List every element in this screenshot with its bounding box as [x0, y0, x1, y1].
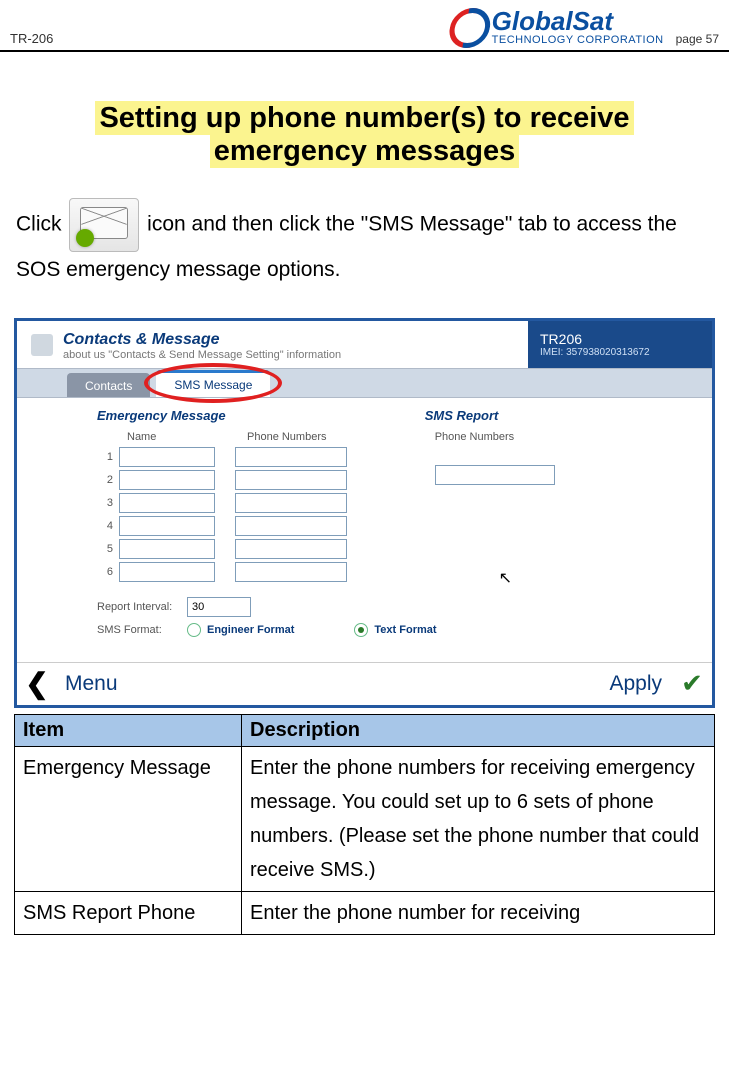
page-title: Setting up phone number(s) to receive em… [30, 102, 699, 168]
name-input-3[interactable] [119, 493, 215, 513]
tab-contacts[interactable]: Contacts [67, 373, 150, 397]
header-right: GlobalSat TECHNOLOGY CORPORATION page 57 [450, 8, 719, 46]
name-input-2[interactable] [119, 470, 215, 490]
device-imei: IMEI: 357938020313672 [540, 347, 700, 358]
embedded-screenshot: Contacts & Message about us "Contacts & … [14, 318, 715, 708]
row1-desc: Enter the phone numbers for receiving em… [242, 746, 715, 891]
col-phone: Phone Numbers [247, 431, 327, 443]
phone-input-3[interactable] [235, 493, 347, 513]
name-input-4[interactable] [119, 516, 215, 536]
row2-desc: Enter the phone number for receiving [242, 891, 715, 934]
phone-input-4[interactable] [235, 516, 347, 536]
menu-button[interactable]: Menu [57, 672, 609, 696]
phone-input-6[interactable] [235, 562, 347, 582]
panel-subtitle: about us "Contacts & Send Message Settin… [63, 349, 341, 361]
panel-title-area: Contacts & Message about us "Contacts & … [17, 321, 528, 368]
logo: GlobalSat TECHNOLOGY CORPORATION [450, 8, 664, 46]
logo-icon [446, 8, 491, 46]
logo-text-main: GlobalSat [492, 8, 664, 34]
row2-item: SMS Report Phone [15, 891, 242, 934]
phone-input-1[interactable] [235, 447, 347, 467]
device-info: TR206 IMEI: 357938020313672 [528, 321, 712, 368]
name-input-6[interactable] [119, 562, 215, 582]
doc-id: TR-206 [10, 31, 53, 46]
panel-icon [31, 334, 53, 356]
description-table: Item Description Emergency Message Enter… [14, 714, 715, 935]
radio-engineer-format[interactable]: Engineer Format [187, 623, 294, 637]
sms-format-label: SMS Format: [97, 624, 187, 636]
message-icon [69, 198, 139, 252]
tab-sms-message[interactable]: SMS Message [156, 370, 270, 397]
apply-button[interactable]: Apply [609, 672, 672, 696]
cursor-icon: ↖ [499, 568, 512, 588]
logo-text-sub: TECHNOLOGY CORPORATION [492, 34, 664, 46]
section-emergency-message: Emergency Message [97, 408, 425, 423]
col-phone-2: Phone Numbers [435, 431, 662, 443]
th-item: Item [15, 714, 242, 746]
panel-title: Contacts & Message [63, 331, 341, 349]
name-input-5[interactable] [119, 539, 215, 559]
back-button[interactable]: ❮ [17, 667, 57, 700]
device-name: TR206 [540, 331, 700, 347]
radio-text-format[interactable]: Text Format [354, 623, 436, 637]
sms-report-phone-input[interactable] [435, 465, 555, 485]
page-number: page 57 [676, 32, 719, 46]
phone-input-2[interactable] [235, 470, 347, 490]
confirm-icon[interactable]: ✔ [672, 668, 712, 699]
section-sms-report: SMS Report [425, 408, 662, 423]
tabs: Contacts SMS Message [17, 368, 712, 398]
intro-text: Click icon and then click the "SMS Messa… [16, 198, 713, 288]
col-name: Name [97, 431, 247, 443]
name-input-1[interactable] [119, 447, 215, 467]
page-header: TR-206 GlobalSat TECHNOLOGY CORPORATION … [0, 0, 729, 52]
th-description: Description [242, 714, 715, 746]
phone-input-5[interactable] [235, 539, 347, 559]
row1-item: Emergency Message [15, 746, 242, 891]
report-interval-label: Report Interval: [97, 601, 187, 613]
report-interval-input[interactable] [187, 597, 251, 617]
